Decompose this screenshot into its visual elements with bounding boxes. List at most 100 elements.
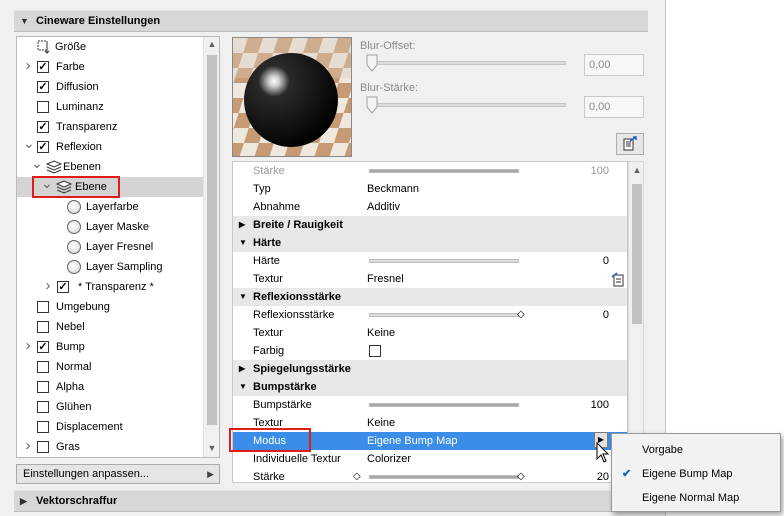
property-value[interactable]: Fresnel (367, 270, 404, 288)
checkbox[interactable] (37, 101, 49, 113)
checkbox[interactable] (37, 381, 49, 393)
prop-row-textur[interactable]: Textur Keine (233, 324, 627, 342)
blur-offset-slider[interactable] (372, 61, 566, 65)
checkbox[interactable] (37, 361, 49, 373)
customize-settings-button[interactable]: Einstellungen anpassen... ▶ (16, 464, 220, 484)
prop-row-reflexionsstärke[interactable]: Reflexionsstärke ◇ 0 (233, 306, 627, 324)
group-spiegelungsstärke[interactable]: ▶ Spiegelungsstärke (233, 360, 627, 378)
tree-item-alpha[interactable]: Alpha (17, 377, 205, 397)
tree-item-diffusion[interactable]: ✓ Diffusion (17, 77, 205, 97)
layer-radio-icon[interactable] (67, 200, 81, 214)
properties-scroll-thumb[interactable] (632, 184, 642, 324)
checkbox[interactable] (37, 401, 49, 413)
tree-item-reflexion[interactable]: ⌄ ✓ Reflexion (17, 135, 205, 157)
tree-item-transparenz[interactable]: › ✓ * Transparenz * (17, 277, 205, 297)
prop-row-farbig[interactable]: Farbig (233, 342, 627, 360)
tree-item-layer-maske[interactable]: Layer Maske (17, 217, 205, 237)
property-slider[interactable] (369, 259, 519, 263)
scroll-down-icon[interactable]: ▼ (204, 443, 220, 453)
checkbox[interactable]: ✓ (37, 341, 49, 353)
blur-strength-slider[interactable] (372, 103, 566, 107)
tree-item-normal[interactable]: Normal (17, 357, 205, 377)
export-material-button[interactable] (616, 133, 644, 155)
collapsed-triangle-icon[interactable]: ▶ (239, 360, 245, 378)
tree-item-bump[interactable]: › ✓ Bump (17, 337, 205, 357)
scroll-up-icon[interactable]: ▲ (204, 39, 220, 49)
vektorschraffur-section-header[interactable]: ▶ Vektorschraffur (14, 490, 648, 512)
tree-item-transparenz[interactable]: ✓ Transparenz (17, 117, 205, 137)
prop-row-typ[interactable]: Typ Beckmann (233, 180, 627, 198)
menu-item-eigene-bump-map[interactable]: ✔ Eigene Bump Map (612, 462, 780, 486)
group-reflexionsstärke[interactable]: ▼ Reflexionsstärke (233, 288, 627, 306)
tree-item-gras[interactable]: › Gras (17, 437, 205, 457)
cineware-section-header[interactable]: ▼ Cineware Einstellungen (14, 10, 648, 32)
scroll-up-icon[interactable]: ▲ (629, 165, 645, 175)
checkbox[interactable]: ✓ (37, 121, 49, 133)
menu-item-eigene-normal-map[interactable]: Eigene Normal Map (612, 486, 780, 510)
tree-item-layer-sampling[interactable]: Layer Sampling (17, 257, 205, 277)
slider-thumb-icon[interactable] (366, 96, 378, 114)
slider-arrow-icon[interactable]: ◇ (517, 306, 525, 324)
slider-thumb-icon[interactable] (366, 54, 378, 72)
tree-item-größe[interactable]: Größe (17, 37, 205, 57)
group-bumpstärke[interactable]: ▼ Bumpstärke (233, 378, 627, 396)
layer-radio-icon[interactable] (67, 260, 81, 274)
prop-row-stärke[interactable]: Stärke 100 (233, 162, 627, 180)
tree-scroll-thumb[interactable] (207, 55, 217, 425)
property-number[interactable]: 100 (591, 396, 609, 414)
property-value[interactable]: Colorizer (367, 450, 411, 468)
checkbox[interactable]: ✓ (37, 81, 49, 93)
chevron-down-icon[interactable]: ⌄ (31, 153, 43, 173)
prop-row-individuelle-textur[interactable]: Individuelle Textur Colorizer (233, 450, 627, 468)
chevron-right-icon[interactable]: › (43, 276, 53, 296)
collapsed-triangle-icon[interactable]: ▶ (239, 216, 245, 234)
checkbox[interactable]: ✓ (37, 61, 49, 73)
property-value[interactable]: Additiv (367, 198, 400, 216)
prop-row-stärke[interactable]: Stärke ◇ ◇ 20 (233, 468, 627, 482)
tree-item-nebel[interactable]: Nebel (17, 317, 205, 337)
property-number[interactable]: 20 (597, 468, 609, 482)
menu-item-vorgabe[interactable]: Vorgabe (612, 438, 780, 462)
layer-radio-icon[interactable] (67, 220, 81, 234)
tree-item-luminanz[interactable]: Luminanz (17, 97, 205, 117)
tree-scrollbar[interactable]: ▲ ▼ (203, 37, 219, 457)
chevron-right-icon[interactable]: › (23, 336, 33, 356)
chevron-right-icon[interactable]: › (23, 56, 33, 76)
group-breite-rauigkeit[interactable]: ▶ Breite / Rauigkeit (233, 216, 627, 234)
farbig-checkbox[interactable] (369, 345, 381, 357)
checkbox[interactable] (37, 421, 49, 433)
tree-item-layer-fresnel[interactable]: Layer Fresnel (17, 237, 205, 257)
slider-arrow-icon[interactable]: ◇ (353, 468, 361, 482)
property-number[interactable]: 100 (591, 162, 609, 180)
checkbox[interactable] (37, 301, 49, 313)
expanded-triangle-icon[interactable]: ▼ (239, 378, 247, 396)
property-value[interactable]: Keine (367, 414, 395, 432)
chevron-down-icon[interactable]: ⌄ (23, 133, 35, 153)
prop-row-bumpstärke[interactable]: Bumpstärke 100 (233, 396, 627, 414)
tree-item-layerfarbe[interactable]: Layerfarbe (17, 197, 205, 217)
property-number[interactable]: 0 (603, 252, 609, 270)
tree-item-glühen[interactable]: Glühen (17, 397, 205, 417)
prop-row-textur[interactable]: Textur Fresnel (233, 270, 627, 288)
tree-item-farbe[interactable]: › ✓ Farbe (17, 57, 205, 77)
slider-arrow-icon[interactable]: ◇ (517, 468, 525, 482)
group-härte[interactable]: ▼ Härte (233, 234, 627, 252)
checkbox[interactable]: ✓ (37, 141, 49, 153)
property-value[interactable]: Beckmann (367, 180, 419, 198)
property-number[interactable]: 0 (603, 306, 609, 324)
property-slider[interactable] (369, 403, 519, 407)
expanded-triangle-icon[interactable]: ▼ (239, 288, 247, 306)
checkbox[interactable]: ✓ (57, 281, 69, 293)
property-value[interactable]: Eigene Bump Map (367, 432, 458, 450)
checkbox[interactable] (37, 441, 49, 453)
prop-row-härte[interactable]: Härte 0 (233, 252, 627, 270)
checkbox[interactable] (37, 321, 49, 333)
property-slider[interactable] (369, 169, 519, 173)
property-slider[interactable] (369, 313, 519, 317)
prop-row-abnahme[interactable]: Abnahme Additiv (233, 198, 627, 216)
blur-strength-field[interactable]: 0,00 (584, 96, 644, 118)
expanded-triangle-icon[interactable]: ▼ (239, 234, 247, 252)
property-value[interactable]: Keine (367, 324, 395, 342)
blur-offset-field[interactable]: 0,00 (584, 54, 644, 76)
property-slider[interactable] (369, 475, 519, 479)
